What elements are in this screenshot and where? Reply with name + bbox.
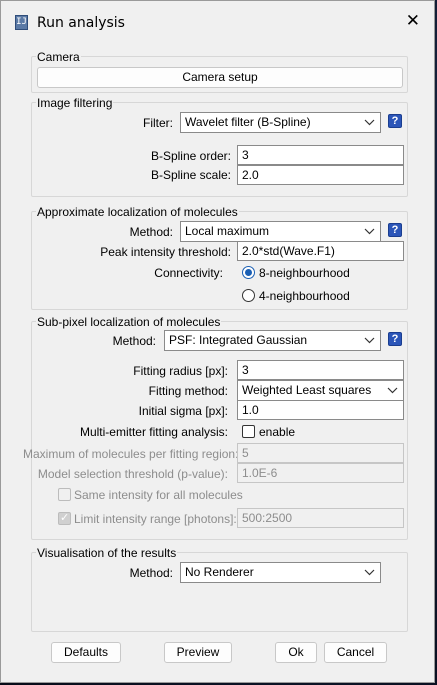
close-icon[interactable]: ✕ bbox=[406, 11, 420, 31]
filter-label: Filter: bbox=[143, 116, 173, 130]
subpixel-localization-legend: Sub-pixel localization of molecules bbox=[36, 315, 222, 329]
visualisation-method-value: No Renderer bbox=[185, 565, 254, 579]
preview-button[interactable]: Preview bbox=[164, 642, 232, 663]
chevron-down-icon bbox=[387, 387, 398, 394]
limit-intensity-label[interactable]: Limit intensity range [photons]: bbox=[74, 512, 237, 526]
camera-legend: Camera bbox=[36, 50, 81, 64]
defaults-button[interactable]: Defaults bbox=[51, 642, 121, 663]
initial-sigma-label: Initial sigma [px]: bbox=[138, 404, 228, 418]
multi-emitter-checkbox[interactable] bbox=[242, 425, 255, 438]
app-icon: IJ bbox=[15, 15, 28, 30]
multi-emitter-label: Multi-emitter fitting analysis: bbox=[79, 425, 228, 439]
model-selection-label: Model selection threshold (p-value): bbox=[37, 467, 228, 481]
subpixel-method-label: Method: bbox=[112, 334, 156, 348]
subpixel-method-help-icon[interactable]: ? bbox=[388, 332, 402, 346]
image-filtering-legend: Image filtering bbox=[36, 96, 114, 110]
chevron-down-icon bbox=[364, 119, 375, 126]
title-bar[interactable]: IJ Run analysis ✕ bbox=[1, 1, 434, 41]
filter-select-value: Wavelet filter (B-Spline) bbox=[185, 115, 311, 129]
connectivity-8-label[interactable]: 8-neighbourhood bbox=[259, 266, 350, 280]
chevron-down-icon bbox=[364, 337, 375, 344]
connectivity-8-radio[interactable] bbox=[242, 266, 255, 279]
chevron-down-icon bbox=[364, 569, 375, 576]
peak-threshold-label: Peak intensity threshold: bbox=[100, 245, 231, 259]
visualisation-legend: Visualisation of the results bbox=[36, 546, 178, 560]
subpixel-method-select[interactable]: PSF: Integrated Gaussian bbox=[164, 330, 381, 351]
subpixel-method-value: PSF: Integrated Gaussian bbox=[169, 333, 308, 347]
bspline-scale-label: B-Spline scale: bbox=[150, 168, 231, 182]
fitting-method-label: Fitting method: bbox=[148, 384, 228, 398]
fitting-radius-label: Fitting radius [px]: bbox=[133, 364, 228, 378]
ok-button[interactable]: Ok bbox=[275, 642, 317, 663]
same-intensity-label[interactable]: Same intensity for all molecules bbox=[74, 488, 243, 502]
bspline-order-label: B-Spline order: bbox=[150, 149, 231, 163]
filter-select[interactable]: Wavelet filter (B-Spline) bbox=[180, 112, 381, 133]
approx-method-value: Local maximum bbox=[185, 224, 270, 238]
connectivity-4-label[interactable]: 4-neighbourhood bbox=[259, 289, 350, 303]
fitting-method-value: Weighted Least squares bbox=[242, 383, 372, 397]
approx-method-label: Method: bbox=[129, 225, 173, 239]
multi-emitter-enable-label[interactable]: enable bbox=[259, 425, 295, 439]
fitting-method-select[interactable]: Weighted Least squares bbox=[237, 380, 404, 401]
bspline-order-field[interactable]: 3 bbox=[237, 145, 404, 165]
same-intensity-checkbox[interactable] bbox=[58, 488, 71, 501]
limit-intensity-checkbox[interactable] bbox=[58, 511, 71, 525]
initial-sigma-field[interactable]: 1.0 bbox=[237, 400, 404, 420]
max-molecules-label: Maximum of molecules per fitting region: bbox=[23, 447, 239, 461]
approx-method-help-icon[interactable]: ? bbox=[388, 223, 402, 237]
bspline-scale-field[interactable]: 2.0 bbox=[237, 165, 404, 185]
visualisation-method-label: Method: bbox=[129, 566, 173, 580]
fitting-radius-field[interactable]: 3 bbox=[237, 360, 404, 380]
chevron-down-icon bbox=[364, 228, 375, 235]
camera-setup-button[interactable]: Camera setup bbox=[37, 67, 403, 88]
connectivity-label: Connectivity: bbox=[154, 266, 223, 280]
run-analysis-dialog: IJ Run analysis ✕ Camera Camera setup Im… bbox=[0, 0, 435, 683]
limit-intensity-field[interactable]: 500:2500 bbox=[237, 508, 404, 528]
window-title: Run analysis bbox=[37, 15, 125, 31]
approx-localization-legend: Approximate localization of molecules bbox=[36, 205, 239, 219]
connectivity-4-radio[interactable] bbox=[242, 289, 255, 302]
max-molecules-field[interactable]: 5 bbox=[237, 443, 404, 463]
visualisation-method-select[interactable]: No Renderer bbox=[180, 562, 381, 583]
model-selection-field[interactable]: 1.0E-6 bbox=[237, 463, 404, 483]
cancel-button[interactable]: Cancel bbox=[324, 642, 387, 663]
filter-help-icon[interactable]: ? bbox=[388, 114, 402, 128]
peak-threshold-field[interactable]: 2.0*std(Wave.F1) bbox=[237, 241, 404, 261]
approx-method-select[interactable]: Local maximum bbox=[180, 221, 381, 242]
